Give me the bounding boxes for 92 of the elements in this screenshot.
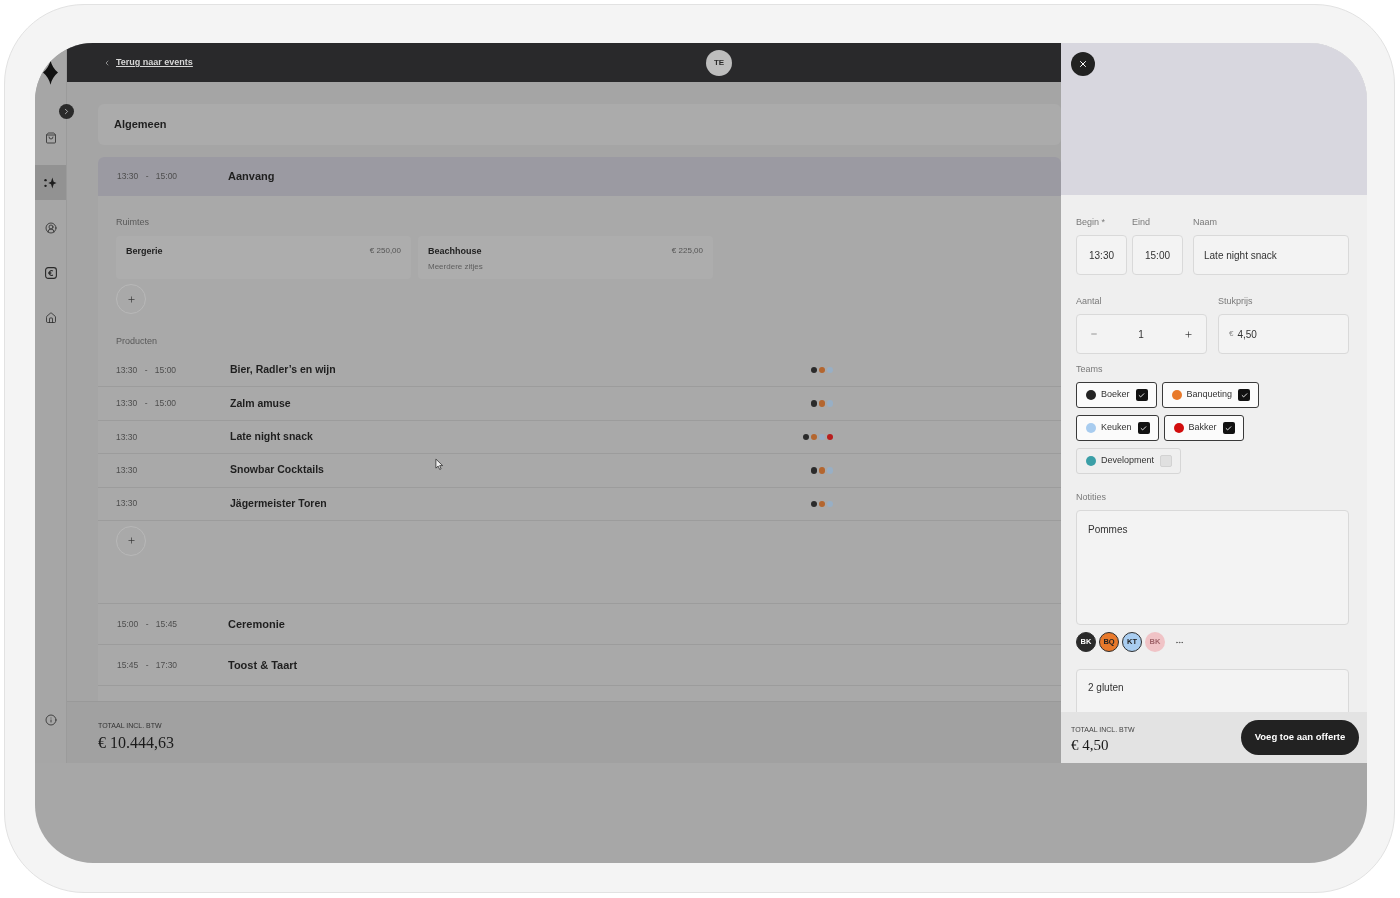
quantity-stepper[interactable]: 1 (1076, 314, 1207, 354)
field-label: Aantal (1076, 296, 1103, 307)
sidebar-item[interactable] (35, 165, 66, 200)
field-label: Stukprijs (1218, 296, 1254, 307)
plus-icon (126, 294, 136, 304)
close-icon (1078, 59, 1088, 69)
team-chip[interactable]: Banqueting (1161, 382, 1260, 408)
product-time: 13:30 (116, 430, 139, 444)
team-checkbox[interactable] (1137, 422, 1150, 434)
products-label: Producten (116, 336, 159, 347)
total-amount: € 10.444,63 (98, 733, 175, 752)
section-time: 13:30 - 15:00 (117, 170, 179, 183)
field-label: Begin * (1076, 217, 1107, 228)
room-card[interactable]: Bergerie € 250,00 (116, 236, 411, 279)
time-field[interactable]: 15:00 (1132, 235, 1183, 275)
euro-icon (44, 266, 57, 279)
section-header[interactable]: 13:30 - 15:00 Aanvang (98, 157, 1061, 196)
product-name: Jägermeister Toren (230, 495, 327, 511)
plus-icon[interactable] (1184, 329, 1193, 339)
user-avatar[interactable]: TE (706, 49, 732, 76)
quantity-value: 1 (1138, 327, 1144, 342)
info-icon[interactable] (44, 714, 57, 726)
team-chip[interactable]: Bakker (1163, 415, 1244, 441)
room-name: Bergerie (126, 245, 163, 258)
currency-symbol: € (1229, 328, 1234, 340)
section-title: Ceremonie (228, 616, 285, 632)
section-time: 15:45 - 17:30 (117, 658, 179, 672)
home-icon (44, 311, 57, 324)
check-icon (1140, 424, 1148, 432)
team-chip[interactable]: Boeker (1076, 382, 1157, 408)
product-time: 13:30 - 15:00 (116, 397, 178, 410)
product-row[interactable]: 13:30 - 15:00 Zalm amuse (98, 387, 1061, 421)
product-name: Bier, Radler’s en wijn (230, 362, 336, 378)
notes-label: Notities (1076, 492, 1107, 503)
team-checkbox[interactable] (1238, 389, 1251, 401)
team-checkbox[interactable] (1160, 455, 1173, 467)
room-price: € 225,00 (671, 245, 703, 257)
price-value: 4,50 (1237, 327, 1257, 342)
room-note: Meerdere zitjes (428, 260, 483, 273)
section-title: Toost & Taart (228, 657, 298, 673)
logo-icon (43, 60, 58, 85)
name-field[interactable]: Late night snack (1193, 235, 1349, 275)
user-icon (44, 221, 57, 234)
chevron-left-icon (103, 58, 111, 67)
product-row[interactable]: 13:30 Jägermeister Toren (98, 487, 1061, 521)
rooms-label: Ruimtes (116, 217, 150, 228)
team-checkbox[interactable] (1135, 389, 1148, 401)
team-name: Bakker (1188, 421, 1217, 435)
product-row[interactable]: 13:30 Snowbar Cocktails (98, 454, 1061, 488)
product-name: Late night snack (230, 429, 313, 445)
section-header[interactable]: 15:45 - 17:30 Toost & Taart (98, 643, 1061, 685)
add-to-quote-button[interactable]: Voeg toe aan offerte (1241, 720, 1359, 755)
room-card[interactable]: Beachhouse Meerdere zitjes € 225,00 (418, 236, 713, 279)
total-amount: € 4,50 (1071, 735, 1110, 754)
product-name: Snowbar Cocktails (230, 462, 324, 478)
product-row[interactable]: 13:30 - 15:00 Bier, Radler’s en wijn (98, 354, 1061, 388)
chevron-right-icon (62, 107, 71, 116)
product-row[interactable]: 13:30 Late night snack (98, 420, 1061, 455)
team-chip[interactable]: Development (1076, 448, 1182, 474)
product-time: 13:30 (116, 464, 139, 477)
team-name: Banqueting (1186, 388, 1233, 402)
plus-icon (126, 536, 136, 546)
check-icon (1138, 391, 1146, 399)
general-title: Algemeen (114, 117, 167, 133)
section-title: Aanvang (228, 169, 275, 185)
close-button[interactable] (1071, 52, 1095, 76)
room-price: € 250,00 (369, 245, 401, 257)
product-time: 13:30 (116, 497, 139, 511)
team-name: Keuken (1101, 421, 1132, 435)
time-field[interactable]: 13:30 (1076, 235, 1127, 275)
team-name: Development (1101, 454, 1155, 468)
room-name: Beachhouse (428, 245, 483, 258)
team-name: Boeker (1101, 388, 1130, 402)
team-chip[interactable]: Keuken (1076, 415, 1159, 441)
teams-label: Teams (1076, 364, 1104, 375)
section-header[interactable]: 15:00 - 15:45 Ceremonie (98, 602, 1061, 644)
field-label: Naam (1193, 217, 1218, 228)
note-field[interactable]: 2 gluten (1076, 669, 1349, 712)
field-label: Eind (1132, 217, 1151, 228)
bag-icon (44, 131, 57, 144)
product-name: Zalm amuse (230, 395, 291, 411)
notes-field[interactable]: Pommes (1076, 510, 1349, 625)
price-field[interactable]: € 4,50 (1218, 314, 1349, 354)
section-time: 15:00 - 15:45 (117, 617, 179, 631)
check-icon (1225, 424, 1233, 432)
back-link[interactable]: Terug naar events (103, 55, 193, 70)
check-icon (1240, 391, 1248, 399)
sparkles-icon (44, 176, 57, 189)
cursor-icon (435, 458, 444, 471)
general-card[interactable]: Algemeen (98, 104, 1061, 145)
team-checkbox[interactable] (1222, 422, 1235, 434)
product-time: 13:30 - 15:00 (116, 363, 178, 377)
